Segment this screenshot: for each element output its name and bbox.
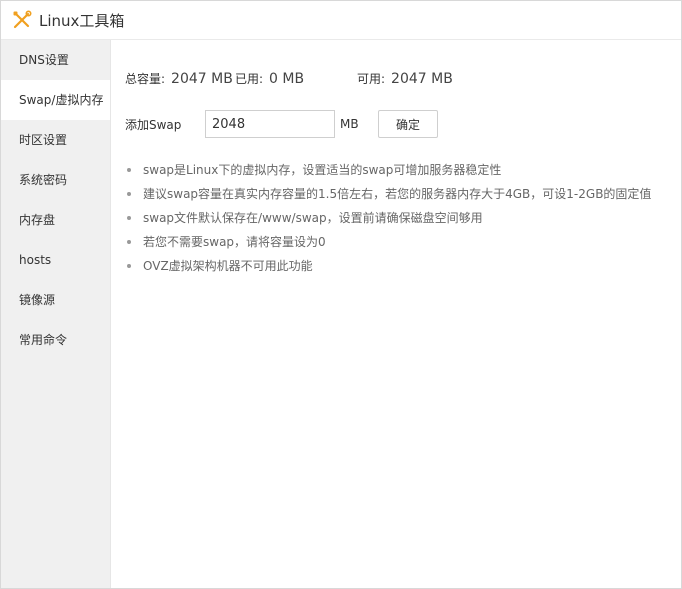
unit-label: MB: [340, 117, 359, 131]
sidebar-item-ramdisk[interactable]: 内存盘: [1, 200, 110, 240]
bullet-icon: [127, 192, 131, 196]
bullet-icon: [127, 264, 131, 268]
available-value: 2047 MB: [391, 71, 453, 87]
add-swap-label: 添加Swap: [125, 117, 182, 132]
app-window: Linux工具箱 DNS设置 Swap/虚拟内存 时区设置 系统密码 内存盘 h…: [0, 0, 682, 589]
bullet-icon: [127, 240, 131, 244]
sidebar-item-hosts[interactable]: hosts: [1, 240, 110, 280]
title-bar: Linux工具箱: [1, 1, 681, 40]
used-value: 0 MB: [269, 71, 305, 87]
sidebar-item-password[interactable]: 系统密码: [1, 160, 110, 200]
main-panel: 总容量: 2047 MB 已用: 0 MB 可用: 2047 MB 添加Swap…: [111, 40, 681, 588]
bullet-icon: [127, 216, 131, 220]
list-item: swap是Linux下的虚拟内存，设置适当的swap可增加服务器稳定性: [125, 158, 651, 182]
swap-size-input[interactable]: [205, 110, 335, 138]
sidebar-item-dns[interactable]: DNS设置: [1, 40, 110, 80]
list-item: OVZ虚拟架构机器不可用此功能: [125, 254, 651, 278]
tools-icon: [12, 10, 32, 30]
app-title: Linux工具箱: [39, 11, 125, 30]
tips-list: swap是Linux下的虚拟内存，设置适当的swap可增加服务器稳定性 建议sw…: [125, 158, 651, 278]
confirm-button[interactable]: 确定: [378, 110, 438, 138]
add-swap-row: 添加Swap MB 确定: [125, 110, 438, 138]
available-capacity: 可用: 2047 MB: [357, 70, 453, 87]
swap-stats: 总容量: 2047 MB 已用: 0 MB 可用: 2047 MB: [125, 70, 453, 87]
used-capacity: 已用: 0 MB: [235, 70, 357, 87]
total-label: 总容量:: [125, 72, 166, 86]
list-item: 若您不需要swap，请将容量设为0: [125, 230, 651, 254]
total-capacity: 总容量: 2047 MB: [125, 70, 235, 87]
list-item: swap文件默认保存在/www/swap，设置前请确保磁盘空间够用: [125, 206, 651, 230]
bullet-icon: [127, 168, 131, 172]
available-label: 可用:: [357, 72, 386, 86]
sidebar-item-swap[interactable]: Swap/虚拟内存: [1, 80, 110, 120]
sidebar: DNS设置 Swap/虚拟内存 时区设置 系统密码 内存盘 hosts 镜像源 …: [1, 40, 111, 588]
used-label: 已用:: [235, 72, 264, 86]
sidebar-item-commands[interactable]: 常用命令: [1, 320, 110, 360]
sidebar-item-timezone[interactable]: 时区设置: [1, 120, 110, 160]
sidebar-item-mirror[interactable]: 镜像源: [1, 280, 110, 320]
total-value: 2047 MB: [171, 71, 233, 87]
list-item: 建议swap容量在真实内存容量的1.5倍左右，若您的服务器内存大于4GB，可设1…: [125, 182, 651, 206]
